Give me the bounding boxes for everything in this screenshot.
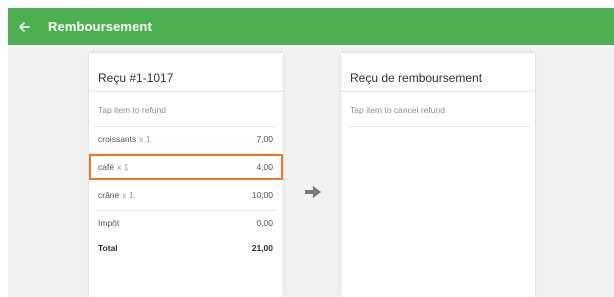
receipt-hint: Tap item to refund — [98, 105, 167, 115]
tax-amount: 0,00 — [256, 218, 273, 228]
item-qty: x 1 — [122, 190, 134, 200]
receipt-item-crane[interactable]: crâne x 1 10,00 — [89, 182, 283, 208]
receipt-title: Reçu #1-1017 — [98, 71, 174, 85]
item-name: crâne — [98, 190, 120, 200]
refund-card: Reçu de remboursement Tap item to cancel… — [341, 53, 535, 297]
receipt-card: Reçu #1-1017 Tap item to refund croissan… — [89, 53, 283, 297]
tax-label: Impôt — [98, 218, 120, 228]
refund-hint: Tap item to cancel refund — [350, 105, 445, 115]
arrow-left-icon — [19, 22, 30, 32]
receipt-item-croissants[interactable]: croissants x 1 7,00 — [89, 126, 283, 152]
total-amount: 21,00 — [251, 243, 273, 253]
item-name: café — [98, 162, 115, 172]
app-bar: Remboursement — [8, 8, 614, 45]
item-name: croissants — [98, 134, 137, 144]
item-price: 10,00 — [251, 190, 273, 200]
divider — [341, 91, 535, 92]
item-qty: x 1 — [117, 162, 129, 172]
divider — [95, 210, 277, 211]
item-price: 4,00 — [256, 162, 273, 172]
divider — [89, 91, 283, 92]
arrow-right-icon — [305, 186, 321, 198]
back-button[interactable] — [14, 17, 34, 37]
item-price: 7,00 — [256, 134, 273, 144]
total-row: Total 21,00 — [89, 239, 283, 259]
total-label: Total — [98, 243, 118, 253]
item-qty: x 1 — [139, 134, 151, 144]
page-title: Remboursement — [48, 19, 152, 34]
app-frame: Remboursement Reçu #1-1017 Tap item to r… — [8, 8, 614, 297]
receipt-item-cafe[interactable]: café x 1 4,00 — [89, 154, 283, 180]
divider — [347, 126, 529, 127]
refund-title: Reçu de remboursement — [350, 71, 483, 85]
tax-row: Impôt 0,00 — [89, 214, 283, 234]
